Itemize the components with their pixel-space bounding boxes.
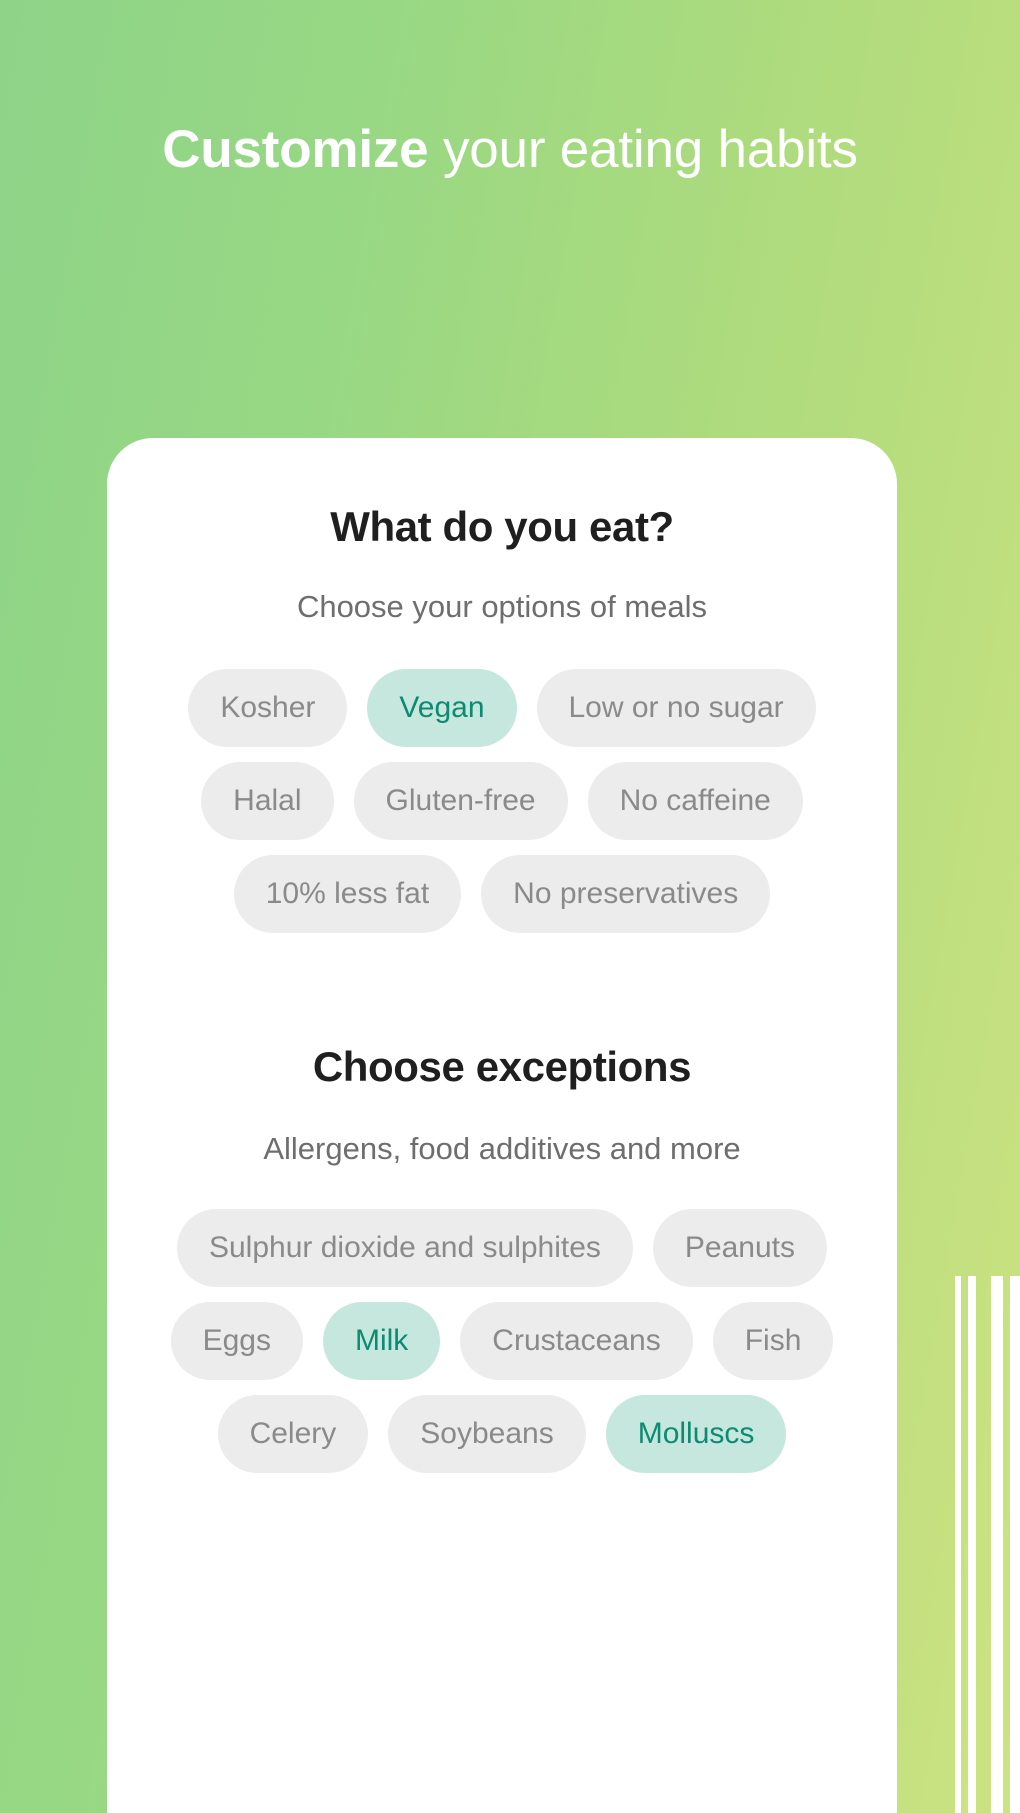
option-chip[interactable]: Gluten-free [353,762,568,840]
option-chip[interactable]: Milk [322,1302,441,1380]
option-chip[interactable]: 10% less fat [233,855,462,933]
exceptions-section-subtitle: Allergens, food additives and more [263,1131,741,1166]
option-chip[interactable]: Halal [201,762,334,840]
eat-section-subtitle: Choose your options of meals [296,589,708,624]
option-chip[interactable]: Peanuts [652,1209,828,1287]
option-chip[interactable]: Low or no sugar [536,669,816,747]
eat-section-title: What do you eat? [330,503,674,550]
exceptions-section-title: Choose exceptions [312,1043,692,1090]
decorative-stripe [991,1276,1004,1813]
option-chip[interactable]: No preservatives [481,855,771,933]
exceptions-options-group: Sulphur dioxide and sulphites Peanuts Eggs… [131,1209,873,1473]
eat-options-group: Kosher Vegan Low or no sugar Halal Gluten-fr… [131,669,873,933]
option-chip[interactable]: Eggs [170,1302,303,1380]
option-chip[interactable]: No caffeine [587,762,803,840]
decorative-stripes [955,1276,1020,1813]
option-chip[interactable]: Fish [712,1302,834,1380]
option-chip[interactable]: Sulphur dioxide and sulphites [176,1209,633,1287]
option-chip[interactable]: Kosher [188,669,348,747]
phone-card: What do you eat? Choose your options of … [107,438,897,1813]
option-chip[interactable]: Soybeans [388,1395,586,1473]
option-chip[interactable]: Celery [217,1395,369,1473]
headline-rest: your eating habits [428,120,858,179]
promo-screen: Customize your eating habits What do you… [0,0,1020,1813]
option-chip[interactable]: Crustaceans [460,1302,693,1380]
decorative-stripe [955,1276,962,1813]
promo-headline: Customize your eating habits [0,112,1020,187]
decorative-stripe [968,1276,977,1813]
decorative-stripe [1010,1276,1020,1813]
headline-emphasis: Customize [162,120,429,179]
option-chip[interactable]: Vegan [367,669,517,747]
option-chip[interactable]: Molluscs [605,1395,787,1473]
